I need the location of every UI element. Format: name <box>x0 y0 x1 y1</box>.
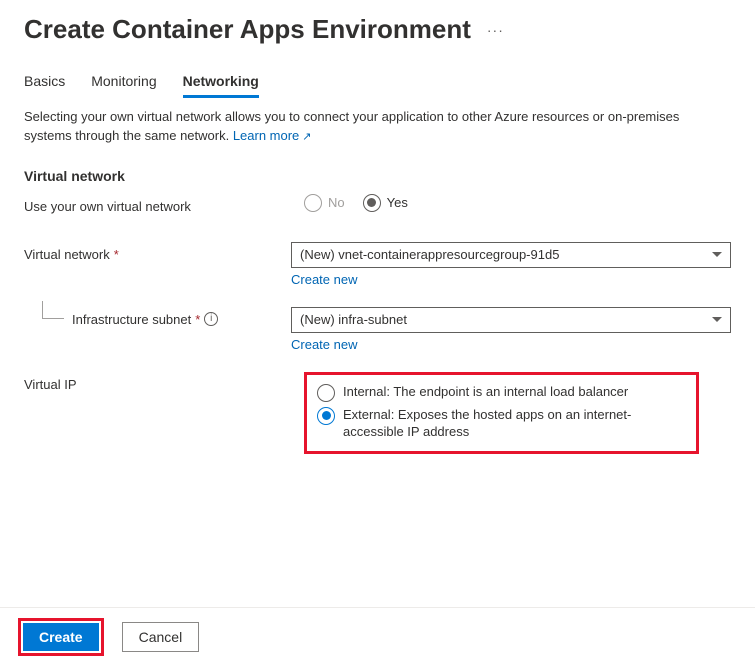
subnet-create-new-link[interactable]: Create new <box>291 337 357 352</box>
info-icon[interactable]: i <box>204 312 218 326</box>
intro-text: Selecting your own virtual network allow… <box>24 108 724 146</box>
subnet-dropdown[interactable]: (New) infra-subnet <box>291 307 731 333</box>
use-own-vnet-label: Use your own virtual network <box>24 194 304 214</box>
virtual-network-heading: Virtual network <box>24 168 731 184</box>
use-own-vnet-no[interactable]: No <box>304 194 345 212</box>
chevron-down-icon <box>712 317 722 322</box>
subnet-label: Infrastructure subnet* i <box>24 307 291 327</box>
virtual-ip-label: Virtual IP <box>24 372 304 392</box>
learn-more-link[interactable]: Learn more↗ <box>233 128 312 143</box>
footer-bar: Create Cancel <box>0 607 755 670</box>
cancel-button[interactable]: Cancel <box>122 622 200 652</box>
page-title: Create Container Apps Environment <box>24 14 471 45</box>
tab-bar: Basics Monitoring Networking <box>24 73 731 98</box>
vnet-dropdown-value: (New) vnet-containerappresourcegroup-91d… <box>300 247 559 262</box>
tab-networking[interactable]: Networking <box>183 73 259 98</box>
chevron-down-icon <box>712 252 722 257</box>
external-link-icon: ↗ <box>302 130 311 146</box>
tab-basics[interactable]: Basics <box>24 73 65 98</box>
virtual-ip-highlight-box: Internal: The endpoint is an internal lo… <box>304 372 699 454</box>
vnet-dropdown[interactable]: (New) vnet-containerappresourcegroup-91d… <box>291 242 731 268</box>
tab-monitoring[interactable]: Monitoring <box>91 73 156 98</box>
vnet-create-new-link[interactable]: Create new <box>291 272 357 287</box>
create-button[interactable]: Create <box>23 623 99 651</box>
create-button-highlight: Create <box>18 618 104 656</box>
vip-internal-option[interactable]: Internal: The endpoint is an internal lo… <box>317 381 686 404</box>
use-own-vnet-yes[interactable]: Yes <box>363 194 408 212</box>
vnet-label: Virtual network* <box>24 242 291 262</box>
vip-external-option[interactable]: External: Exposes the hosted apps on an … <box>317 404 686 443</box>
subnet-dropdown-value: (New) infra-subnet <box>300 312 407 327</box>
more-actions-button[interactable]: ··· <box>487 22 504 38</box>
